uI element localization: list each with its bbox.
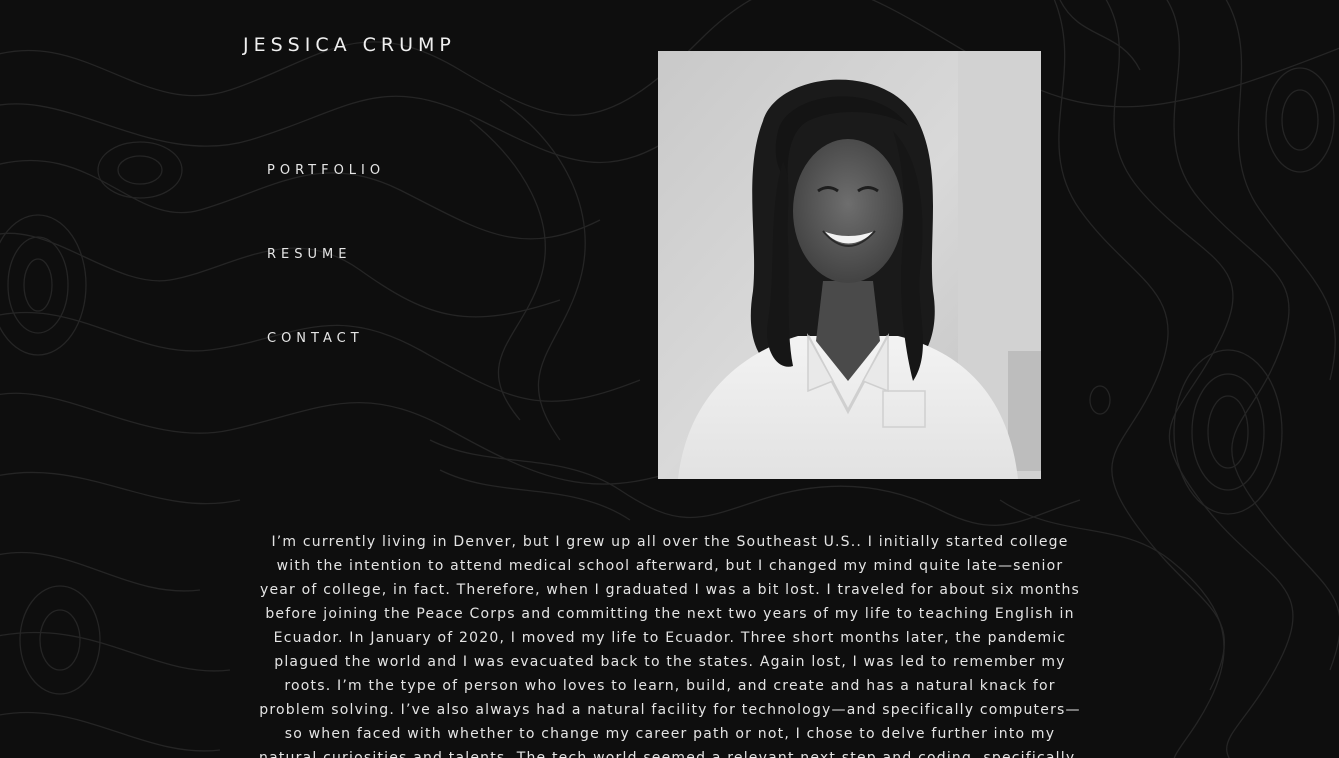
site-title[interactable]: JESSICA CRUMP [243,34,456,56]
page: JESSICA CRUMP PORTFOLIO RESUME CONTACT I… [0,0,1339,758]
bio-text: I’m currently living in Denver, but I gr… [259,534,1081,758]
profile-photo [658,51,1041,479]
nav-item-portfolio[interactable]: PORTFOLIO [267,163,385,178]
nav-item-contact[interactable]: CONTACT [267,331,364,346]
nav-item-resume[interactable]: RESUME [267,247,351,262]
